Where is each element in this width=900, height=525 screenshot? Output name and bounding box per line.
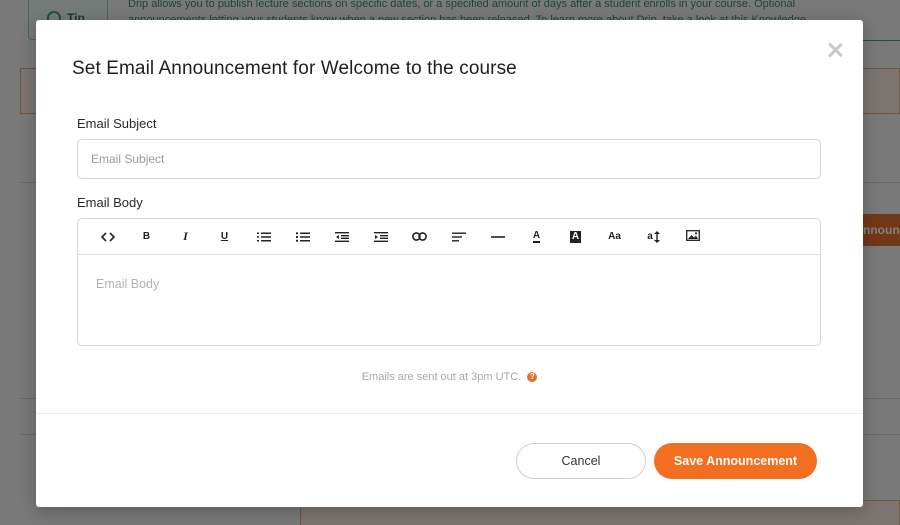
send-time-note: Emails are sent out at 3pm UTC. ? (36, 371, 863, 383)
line-height-icon: a (647, 231, 653, 242)
email-body-label: Email Body (77, 195, 143, 210)
align-left-icon (451, 232, 466, 241)
ordered-list-icon (256, 232, 271, 241)
font-size-icon: Aa (608, 231, 621, 242)
underline-button[interactable]: U (205, 224, 244, 250)
image-icon (685, 229, 700, 241)
link-button[interactable] (400, 224, 439, 250)
save-announcement-button[interactable]: Save Announcement (654, 443, 817, 479)
ordered-list-button[interactable] (244, 224, 283, 250)
close-icon[interactable] (827, 42, 843, 58)
horizontal-rule-button[interactable] (478, 224, 517, 250)
code-view-icon (100, 231, 115, 242)
modal-title: Set Email Announcement for Welcome to th… (72, 58, 517, 79)
email-body-input[interactable]: Email Body (78, 255, 820, 345)
underline-icon: U (220, 231, 229, 242)
align-left-button[interactable] (439, 224, 478, 250)
email-announcement-modal: Set Email Announcement for Welcome to th… (36, 20, 863, 507)
indent-icon (373, 231, 388, 242)
text-color-icon: A (532, 230, 541, 243)
editor-toolbar: B I U A A Aa a (78, 219, 820, 255)
text-color-button[interactable]: A (517, 224, 556, 250)
email-body-editor: B I U A A Aa a Email Body (77, 218, 821, 346)
indent-button[interactable] (361, 224, 400, 250)
modal-footer-divider (36, 413, 863, 414)
italic-icon: I (183, 229, 188, 243)
outdent-icon (334, 231, 349, 242)
background-color-icon: A (569, 230, 582, 243)
unordered-list-icon (295, 231, 310, 242)
font-size-button[interactable]: Aa (595, 224, 634, 250)
line-height-button[interactable]: a (634, 224, 673, 250)
cancel-button[interactable]: Cancel (516, 443, 646, 479)
help-icon[interactable]: ? (527, 372, 538, 383)
background-color-button[interactable]: A (556, 224, 595, 250)
link-icon (412, 232, 427, 241)
email-subject-label: Email Subject (77, 116, 157, 131)
up-down-arrow-icon (653, 230, 660, 243)
bold-button[interactable]: B (127, 224, 166, 250)
code-view-button[interactable] (88, 224, 127, 250)
italic-button[interactable]: I (166, 224, 205, 250)
email-subject-input[interactable] (77, 139, 821, 179)
horizontal-rule-icon (490, 235, 505, 238)
insert-image-button[interactable] (673, 222, 712, 248)
send-time-note-text: Emails are sent out at 3pm UTC. (361, 371, 522, 383)
outdent-button[interactable] (322, 224, 361, 250)
unordered-list-button[interactable] (283, 224, 322, 250)
bold-icon: B (142, 231, 151, 242)
